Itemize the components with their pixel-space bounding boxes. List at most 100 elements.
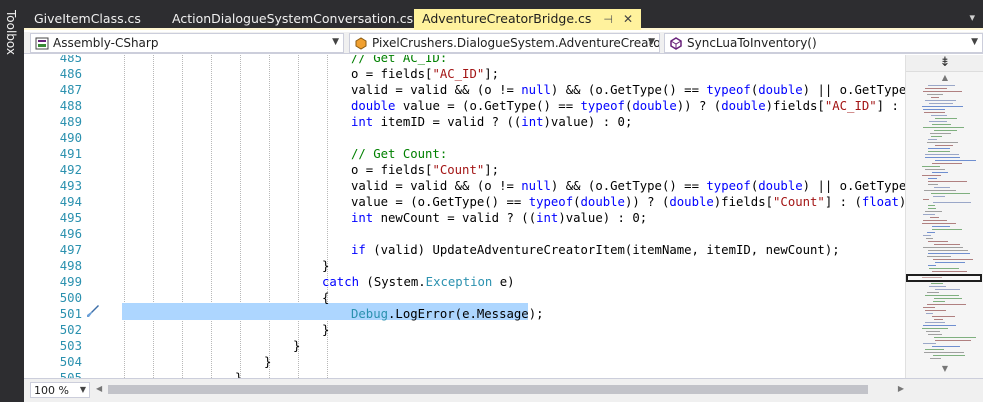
split-editor-icon[interactable]: ⇟ [906, 55, 983, 72]
line-number: 493 [59, 179, 82, 193]
minimap-line [932, 271, 967, 272]
code-line[interactable]: 496 [24, 226, 905, 242]
minimap-line [925, 211, 942, 212]
type-dropdown-value: PixelCrushers.DialogueSystem.AdventureCr… [372, 36, 660, 50]
code-line[interactable]: 501 Debug.LogError(e.Message); [24, 306, 905, 322]
code-text: } [264, 354, 271, 370]
minimap-line [927, 142, 958, 143]
code-token: double [351, 99, 396, 113]
code-token: float [861, 195, 899, 209]
code-token: Debug [351, 307, 389, 321]
code-token: double [758, 83, 803, 97]
code-token: ( [573, 195, 581, 209]
code-token: int [351, 115, 374, 129]
minimap-line [926, 331, 940, 332]
code-line[interactable]: 505} [24, 370, 905, 378]
code-line[interactable]: 487 valid = valid && (o != null) && (o.Ge… [24, 82, 905, 98]
minimap-line [930, 217, 939, 218]
code-text: // Get AC_ID: [351, 55, 447, 66]
minimap-line [935, 160, 976, 161]
pin-icon[interactable]: ⊣ [603, 13, 613, 26]
code-token: int [521, 115, 544, 129]
minimap-line [929, 121, 947, 122]
zoom-dropdown[interactable]: 100 % ▼ [30, 382, 90, 398]
code-text: if (valid) UpdateAdventureCreatorItem(it… [351, 242, 840, 258]
minimap-line [932, 163, 962, 164]
minimap-line [928, 139, 937, 140]
code-line[interactable]: 499 catch (System.Exception e) [24, 274, 905, 290]
code-text: { [322, 290, 329, 306]
code-editor[interactable]: 485// Get AC_ID: 486 o = fields["AC_ID"]; 4… [24, 55, 905, 378]
code-line[interactable]: 504} [24, 354, 905, 370]
minimap-line [928, 205, 935, 206]
horizontal-scroll-thumb[interactable] [108, 385, 868, 394]
minimap-line [923, 325, 956, 326]
scroll-left-arrow-icon[interactable]: ◀ [96, 384, 102, 393]
code-line[interactable]: 489 int itemID = valid ? ((int)value) : 0… [24, 114, 905, 130]
code-token: int [536, 211, 559, 225]
code-line[interactable]: 495 int newCount = valid ? ((int)value) :… [24, 210, 905, 226]
line-number: 486 [59, 67, 82, 81]
code-text: o = fields["Count"]; [351, 162, 499, 178]
minimap-line [925, 154, 959, 155]
code-line[interactable]: 486 o = fields["AC_ID"]; [24, 66, 905, 82]
code-token: double [758, 179, 803, 193]
code-token: "AC_ID" [824, 99, 877, 113]
tab-giveitemclass[interactable]: GiveItemClass.cs [26, 9, 149, 30]
code-line[interactable]: 497 if (valid) UpdateAdventureCreatorItem… [24, 242, 905, 258]
line-number: 490 [59, 131, 82, 145]
overview-scroll-thumb[interactable] [906, 274, 982, 282]
scroll-up-arrow-icon[interactable]: ▲ [906, 73, 983, 82]
code-line[interactable]: 500 { [24, 290, 905, 306]
code-token: value = (o.GetType() == [351, 195, 529, 209]
code-token: ) && (o.GetType() == [550, 179, 707, 193]
code-token: double [669, 195, 714, 209]
minimap-line [932, 229, 962, 230]
code-token: newCount = valid ? (( [373, 211, 537, 225]
code-token: (System. [359, 275, 426, 289]
tab-adventurecreatorbridge[interactable]: AdventureCreatorBridge.cs ⊣ ✕ [414, 9, 642, 30]
close-icon[interactable]: ✕ [623, 12, 633, 26]
code-line[interactable]: 490 [24, 130, 905, 146]
code-line[interactable]: 503} [24, 338, 905, 354]
code-line[interactable]: 502} [24, 322, 905, 338]
toolbox-strip[interactable]: Toolbox [0, 0, 24, 402]
scroll-down-arrow-icon[interactable]: ▼ [906, 364, 983, 373]
code-text: int newCount = valid ? ((int)value) : 0; [351, 210, 647, 226]
method-icon [669, 37, 683, 50]
code-line[interactable]: 494 value = (o.GetType() == typeof(double… [24, 194, 905, 210]
member-dropdown[interactable]: SyncLuaToInventory() ▼ [664, 33, 983, 53]
type-dropdown[interactable]: PixelCrushers.DialogueSystem.AdventureCr… [349, 33, 660, 53]
line-number: 494 [59, 195, 82, 209]
horizontal-scrollbar[interactable]: ◀ ▶ [96, 382, 904, 398]
tab-actiondialoguesystemconversation[interactable]: ActionDialogueSystemConversation.cs [164, 9, 421, 30]
minimap-line [926, 238, 933, 239]
code-line[interactable]: 488 double value = (o.GetType() == typeof… [24, 98, 905, 114]
document-tab-bar: GiveItemClass.cs ActionDialogueSystemCon… [24, 0, 983, 30]
code-line[interactable]: 498} [24, 258, 905, 274]
code-line[interactable]: 491 // Get Count: [24, 146, 905, 162]
line-number: 503 [59, 339, 82, 353]
project-dropdown[interactable]: Assembly-CSharp ▼ [30, 33, 344, 53]
minimap-line [928, 151, 950, 152]
minimap-line [928, 253, 970, 254]
editor-bottom-bar: 100 % ▼ ◀ ▶ [24, 378, 983, 402]
code-line[interactable]: 493 valid = valid && (o != null) && (o.Ge… [24, 178, 905, 194]
tab-list-dropdown-icon[interactable]: ▾ [969, 11, 975, 24]
code-text: int itemID = valid ? ((int)value) : 0; [351, 114, 632, 130]
minimap-line [922, 175, 941, 176]
minimap-line [933, 301, 945, 302]
minimap-line [932, 316, 955, 317]
overview-ruler[interactable]: ⇟ ▲ ▼ [905, 55, 983, 378]
code-line[interactable]: 492 o = fields["Count"]; [24, 162, 905, 178]
code-token: null [521, 179, 551, 193]
code-line[interactable]: 485 // Get AC_ID: [24, 55, 905, 66]
code-token: int [351, 211, 374, 225]
scroll-right-arrow-icon[interactable]: ▶ [898, 384, 904, 393]
minimap-line [923, 91, 962, 92]
code-token: ) || o.GetType() == [802, 179, 905, 193]
line-number: 491 [59, 147, 82, 161]
toolbox-label[interactable]: Toolbox [4, 10, 18, 55]
code-token: o = fields[ [351, 163, 433, 177]
minimap-line [922, 223, 956, 224]
